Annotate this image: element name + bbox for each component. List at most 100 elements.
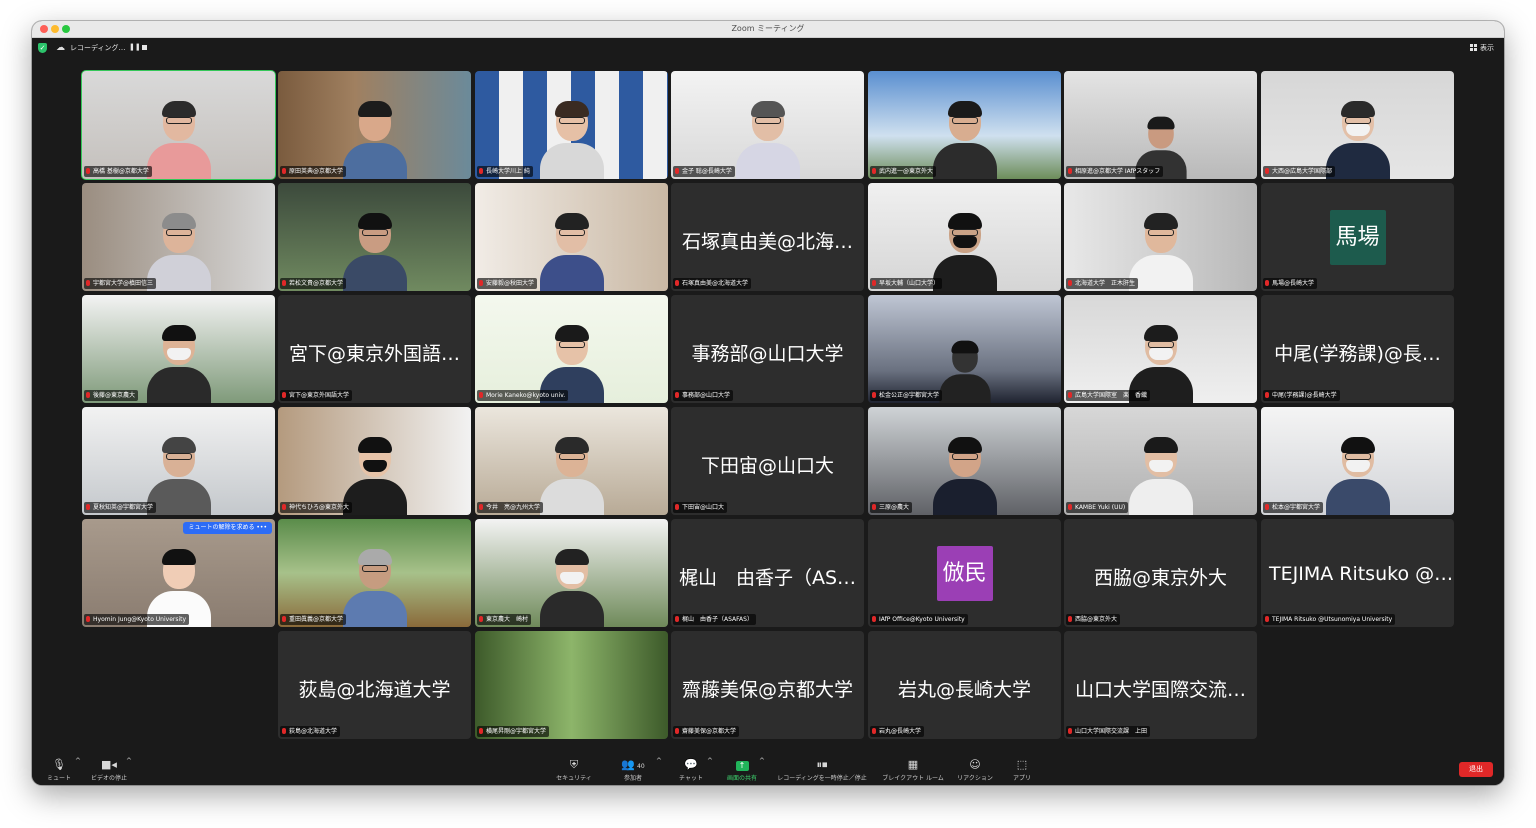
participant-tile[interactable]: 夏秋知英@宇都宮大学 <box>82 407 275 515</box>
view-label: 表示 <box>1480 44 1494 52</box>
participant-name-label: 三原@農大 <box>870 502 913 513</box>
participant-tile[interactable]: Morie Kaneko@kyoto univ. <box>475 295 668 403</box>
participant-tile[interactable]: 石塚真由美@北海… 石塚真由美@北海道大学 <box>671 183 864 291</box>
participant-tile[interactable]: 中尾(学務課)@長… 中尾(学務課)@長崎大学 <box>1261 295 1454 403</box>
participant-tile[interactable]: 神代ちひろ@東京外大 <box>278 407 471 515</box>
participant-video <box>342 433 407 515</box>
participant-video <box>539 97 604 179</box>
participant-tile[interactable]: 山口大学国際交流… 山口大学国際交流課 上田 <box>1064 631 1257 739</box>
participant-tile[interactable]: 若松文貴@京都大学 <box>278 183 471 291</box>
participant-name: 金子 聡@長崎大学 <box>682 168 732 175</box>
participant-video <box>342 97 407 179</box>
participant-tile[interactable]: 岩丸@長崎大学 岩丸@長崎大学 <box>868 631 1061 739</box>
security-shield-icon[interactable]: ✓ <box>38 43 47 53</box>
participants-button[interactable]: 👥 40 参加者 <box>616 758 650 783</box>
participant-name-label: Hyomin Jung@Kyoto University <box>84 614 190 625</box>
participant-tile[interactable]: 東京農大 崎村 <box>475 519 668 627</box>
muted-mic-icon <box>675 168 679 174</box>
participant-tile[interactable]: 宮下@東京外国語… 宮下@東京外国語大学 <box>278 295 471 403</box>
participant-tile[interactable]: 後藤@東京農大 <box>82 295 275 403</box>
recording-control-button[interactable]: ⏸⏹ レコーディングを一時停止／停止 <box>772 759 872 783</box>
participant-name-label: 梶山 由香子（ASAFAS） <box>673 614 756 625</box>
participant-name: Morie Kaneko@kyoto univ. <box>486 392 566 399</box>
video-options-caret-icon[interactable]: ^ <box>126 757 132 765</box>
participant-tile[interactable]: 梶山 由香子（AS… 梶山 由香子（ASAFAS） <box>671 519 864 627</box>
participant-tile[interactable]: 金子 聡@長崎大学 <box>671 71 864 179</box>
participant-tile[interactable]: 高橋 基樹@京都大学 <box>81 70 276 180</box>
meeting-top-bar: ✓ ☁ レコーディング… ❚❚ 表示 <box>32 38 1504 58</box>
participant-tile[interactable]: KAMBE Yuki (UU) <box>1064 407 1257 515</box>
participant-tile[interactable]: 馬場 馬場@長崎大学 <box>1261 183 1454 291</box>
participant-name-label: 横尾昇剛@宇都宮大学 <box>477 726 550 737</box>
apps-button[interactable]: ⬚ アプリ <box>1008 759 1036 783</box>
participant-video <box>342 209 407 291</box>
participant-name-label: 宇都宮大学@槙田信三 <box>84 278 157 289</box>
participant-tile[interactable]: 重田眞義@京都大学 <box>278 519 471 627</box>
participant-display-name: 宮下@東京外国語… <box>288 343 460 365</box>
ask-to-unmute-badge[interactable]: ミュートの解除を求める ••• <box>183 522 272 534</box>
participant-video <box>1128 209 1193 291</box>
chat-caret-icon[interactable]: ^ <box>707 757 713 765</box>
participant-tile[interactable]: 三原@農大 <box>868 407 1061 515</box>
share-caret-icon[interactable]: ^ <box>759 757 765 765</box>
participant-video <box>342 545 407 627</box>
stop-video-button[interactable]: ■◂ ビデオの停止 <box>89 759 129 783</box>
muted-mic-icon <box>1068 392 1072 398</box>
participant-tile[interactable]: 広島大学国際室 楽 香織 <box>1064 295 1257 403</box>
mute-button[interactable]: 🎙 ミュート <box>42 759 76 783</box>
pause-recording-icon[interactable]: ❚❚ <box>129 43 141 51</box>
share-screen-label: 画面の共有 <box>726 775 757 782</box>
leave-meeting-button[interactable]: 退出 <box>1459 762 1493 777</box>
participant-name: 早坂大輔（山口大学） <box>879 280 940 287</box>
participant-tile[interactable]: 北海道大学 正木肝生 <box>1064 183 1257 291</box>
participant-name: 岩丸@長崎大学 <box>879 728 922 735</box>
participant-tile[interactable]: 今井 亮@九州大学 <box>475 407 668 515</box>
participant-tile[interactable]: 横尾昇剛@宇都宮大学 <box>475 631 668 739</box>
participant-name-label: 事務部@山口大学 <box>673 390 734 401</box>
participant-tile[interactable]: 大西@広島大学国際部 <box>1261 71 1454 179</box>
participant-tile[interactable]: 下田宙@山口大 下田宙@山口大 <box>671 407 864 515</box>
participant-name-label: 中尾(学務課)@長崎大学 <box>1263 390 1340 401</box>
participant-tile[interactable]: 松本@宇都宮大学 <box>1261 407 1454 515</box>
participants-icon: 👥 40 <box>621 758 645 771</box>
participant-tile[interactable]: 宇都宮大学@槙田信三 <box>82 183 275 291</box>
muted-mic-icon <box>282 168 286 174</box>
participant-name: 西脇@東京外大 <box>1075 616 1118 623</box>
view-button[interactable]: 表示 <box>1470 43 1494 53</box>
chat-button[interactable]: 💬 チャット <box>674 759 708 783</box>
participant-name: 齋藤美保@京都大学 <box>682 728 737 735</box>
muted-mic-icon <box>1068 616 1072 622</box>
stop-recording-icon[interactable] <box>142 45 147 50</box>
participant-tile[interactable]: 齋藤美保@京都大学 齋藤美保@京都大学 <box>671 631 864 739</box>
participant-tile[interactable]: 武内進一@東京外大 <box>868 71 1061 179</box>
participants-caret-icon[interactable]: ^ <box>656 757 662 765</box>
participant-tile[interactable]: 長崎大学川上 純 <box>475 71 668 179</box>
participant-tile[interactable]: 安藤毅@秋田大学 <box>475 183 668 291</box>
muted-mic-icon <box>86 392 90 398</box>
share-screen-button[interactable]: ↑ 画面の共有 <box>722 759 762 782</box>
participant-tile[interactable]: 松金公正@宇都宮大学 <box>868 295 1061 403</box>
muted-mic-icon <box>1265 392 1269 398</box>
participant-tile[interactable]: 事務部@山口大学 事務部@山口大学 <box>671 295 864 403</box>
participant-tile[interactable]: 西脇@東京外大 西脇@東京外大 <box>1064 519 1257 627</box>
participant-tile[interactable]: 荻島@北海道大学 荻島@北海道大学 <box>278 631 471 739</box>
participant-display-name: 岩丸@長崎大学 <box>897 679 1031 701</box>
muted-mic-icon <box>479 616 483 622</box>
participant-name: 重田眞義@京都大学 <box>289 616 344 623</box>
reactions-button[interactable]: ☺ リアクション <box>952 759 998 783</box>
breakout-rooms-button[interactable]: ▦ ブレイクアウト ルーム <box>878 759 948 783</box>
participant-tile[interactable]: 倣民 IAfP Office@Kyoto University <box>868 519 1061 627</box>
participant-name-label: 金子 聡@長崎大学 <box>673 166 735 177</box>
participant-name-label: 高橋 基樹@京都大学 <box>84 166 152 177</box>
audio-options-caret-icon[interactable]: ^ <box>75 757 81 765</box>
muted-mic-icon <box>1265 168 1269 174</box>
participant-name: 馬場@長崎大学 <box>1272 280 1315 287</box>
participant-tile[interactable]: 原田英典@京都大学 <box>278 71 471 179</box>
participant-tile[interactable]: ミュートの解除を求める ••• Hyomin Jung@Kyoto Univers… <box>82 519 275 627</box>
security-button[interactable]: ⛨ セキュリティ <box>550 759 598 783</box>
participant-tile[interactable]: 相原進@京都大学 IAfPスタッフ <box>1064 71 1257 179</box>
participant-tile[interactable]: 早坂大輔（山口大学） <box>868 183 1061 291</box>
participant-tile[interactable]: TEJIMA Ritsuko @… TEJIMA Ritsuko @Utsunom… <box>1261 519 1454 627</box>
participant-name-label: 若松文貴@京都大学 <box>280 278 347 289</box>
participant-video <box>932 97 997 179</box>
